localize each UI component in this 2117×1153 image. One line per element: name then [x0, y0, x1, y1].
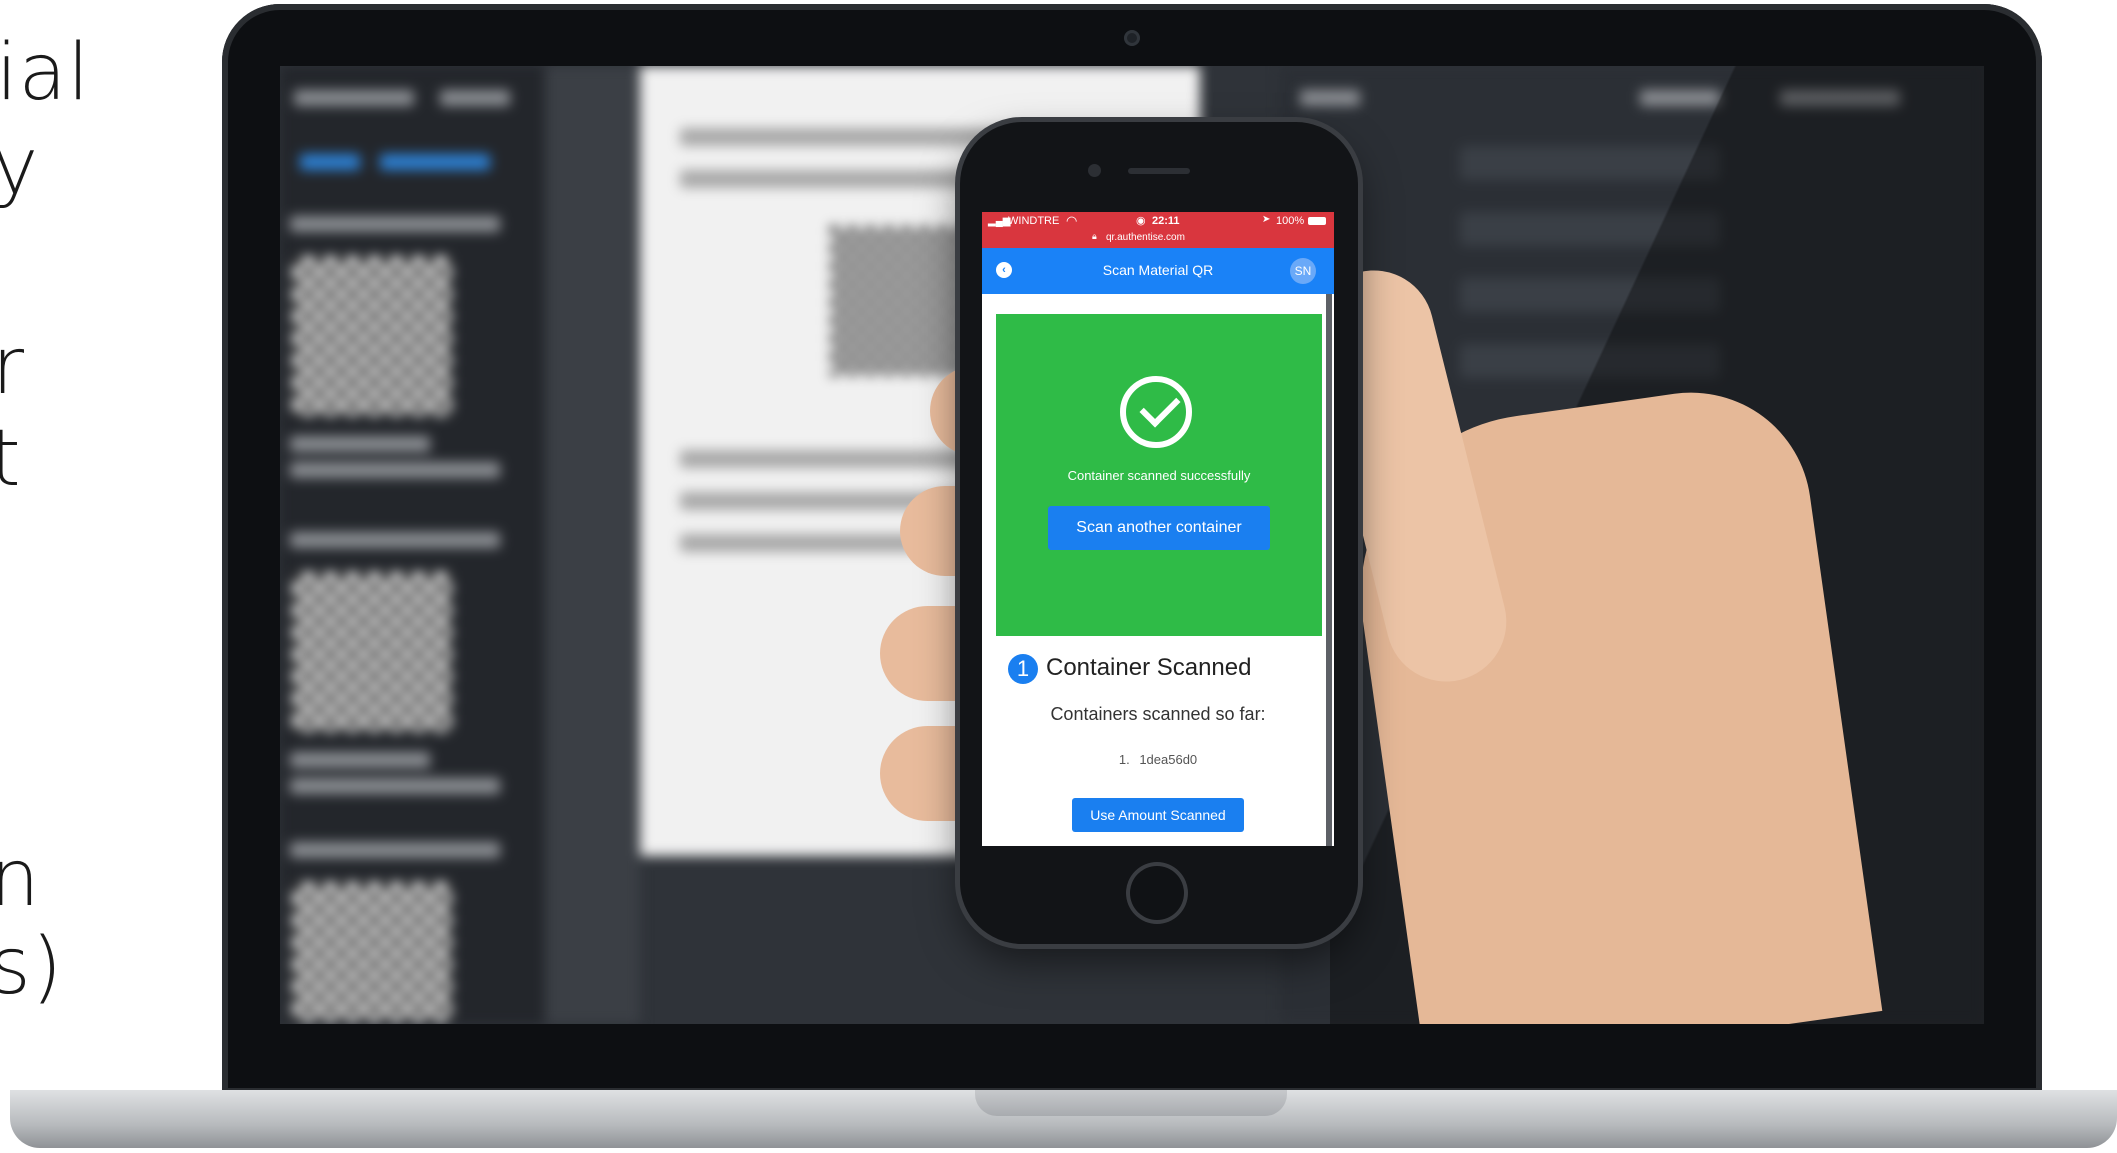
scan-success-panel: Container scanned successfully Scan anot… [996, 314, 1322, 636]
scanned-subheading: Containers scanned so far: [1050, 704, 1266, 724]
scanned-count-badge: 1 [1008, 654, 1038, 684]
slide-text-fragment: ial [0, 28, 91, 118]
phone-front-camera [1088, 164, 1101, 177]
phone-status-bar: ▂▄▆ WINDTRE ◠ ◉ 22:11 ➤ 100% 🔒︎ qr.authe… [982, 212, 1334, 248]
dashboard-gutter [545, 66, 640, 1024]
app-header: ‹ Scan Material QR SN [982, 248, 1334, 294]
checkmark-icon [1120, 376, 1192, 448]
phone-screen: ▂▄▆ WINDTRE ◠ ◉ 22:11 ➤ 100% 🔒︎ qr.authe… [982, 212, 1334, 846]
battery-level: 100% [1276, 215, 1305, 227]
page-url: qr.authentise.com [1106, 232, 1185, 243]
carrier-label: WINDTRE [1008, 215, 1060, 227]
slide-text-fragment: y [0, 122, 40, 212]
page-title: Scan Material QR [1102, 262, 1214, 278]
scanned-item-id: 1dea56d0 [1139, 752, 1198, 767]
slide-text-fragment: n [0, 834, 41, 924]
scanned-list-item: 1. 1dea56d0 [982, 752, 1334, 767]
scrollbar[interactable] [1326, 294, 1332, 846]
success-message: Container scanned successfully [1067, 468, 1251, 483]
lock-icon: 🔒︎ [1092, 231, 1097, 241]
battery-icon [1308, 217, 1326, 225]
dashboard-sidebar [280, 66, 545, 1024]
scanned-heading: Container Scanned [1046, 654, 1252, 681]
slide-text-fragment: s) [0, 922, 64, 1012]
slide-text-fragment: t [0, 414, 22, 504]
laptop-camera [1124, 30, 1140, 46]
phone-speaker [1128, 168, 1190, 174]
user-avatar[interactable]: SN [1290, 258, 1316, 284]
phone-home-button[interactable] [1126, 862, 1188, 924]
use-amount-button[interactable]: Use Amount Scanned [1072, 798, 1244, 832]
status-time: 22:11 [1152, 215, 1180, 227]
laptop-base-notch [975, 1090, 1287, 1116]
wifi-icon: ◠ [1066, 213, 1078, 228]
slide-text-fragment: r [0, 322, 26, 412]
scanned-item-index: 1. [1118, 752, 1130, 767]
clock-icon: ◉ [1136, 215, 1146, 227]
scan-another-button[interactable]: Scan another container [1048, 506, 1270, 550]
location-icon: ➤ [1262, 214, 1271, 225]
